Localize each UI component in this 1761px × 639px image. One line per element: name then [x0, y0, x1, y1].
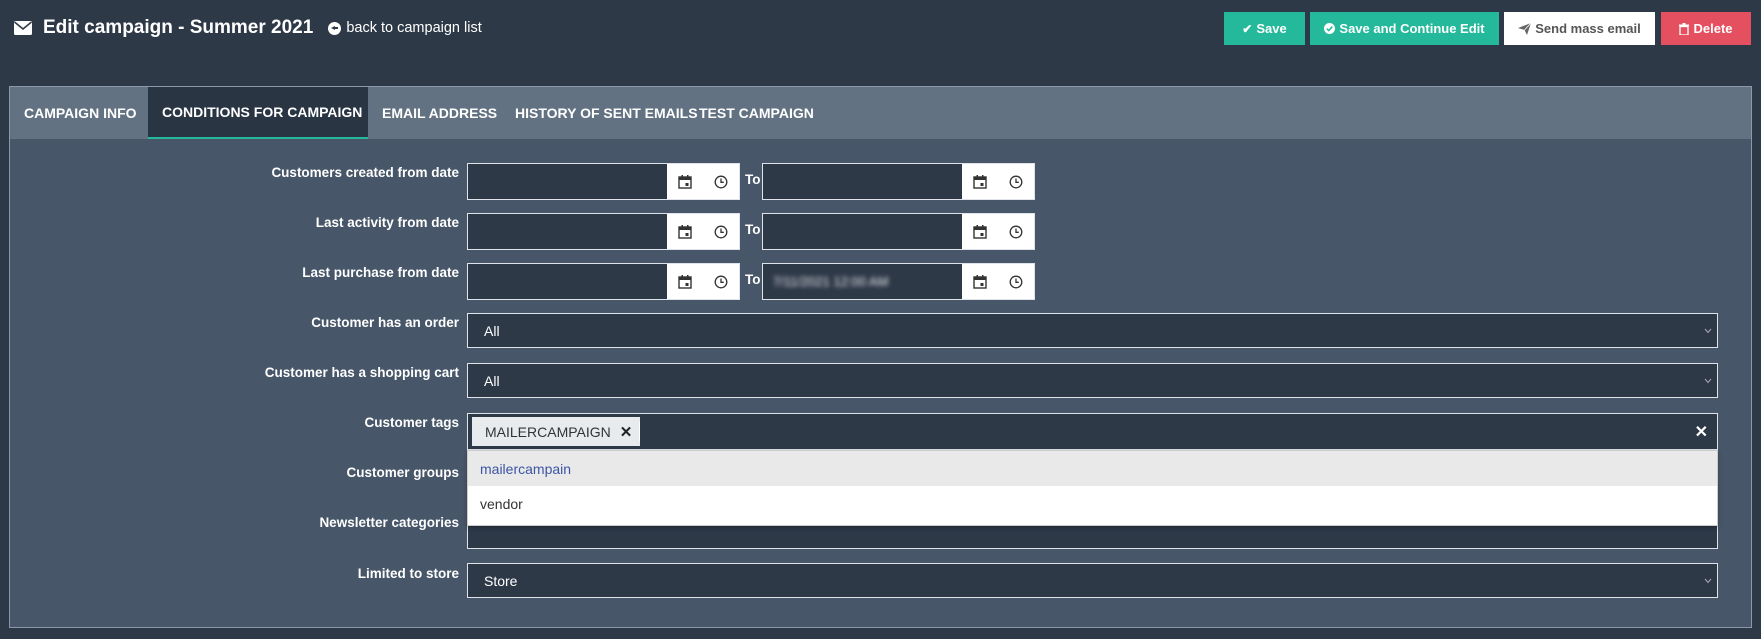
clock-icon[interactable]	[703, 214, 739, 249]
tag-chip: MAILERCAMPAIGN ✕	[472, 417, 641, 446]
text-cursor	[639, 422, 640, 441]
calendar-icon[interactable]	[962, 264, 998, 299]
clock-icon[interactable]	[703, 264, 739, 299]
back-to-list-link[interactable]: back to campaign list	[328, 20, 482, 36]
envelope-icon	[14, 21, 32, 35]
newsletter-label: Newsletter categories	[319, 515, 459, 530]
purchase-date-label: Last purchase from date	[302, 265, 459, 280]
date-picker	[962, 164, 1034, 199]
clock-icon[interactable]	[703, 164, 739, 199]
clock-icon[interactable]	[998, 214, 1034, 249]
has-order-label: Customer has an order	[311, 315, 459, 330]
activity-from-input[interactable]	[467, 213, 740, 250]
date-picker	[962, 264, 1034, 299]
paper-plane-icon	[1518, 22, 1532, 35]
tab-label: EMAIL ADDRESS	[382, 105, 498, 121]
store-value: Store	[484, 573, 518, 589]
tab-label: HISTORY OF SENT EMAILS	[515, 105, 698, 121]
tag-chip-label: MAILERCAMPAIGN	[485, 423, 611, 440]
chevron-down-icon	[1704, 378, 1712, 384]
to-label: To	[745, 222, 761, 237]
dropdown-option[interactable]: mailercampain	[468, 451, 1717, 486]
calendar-icon[interactable]	[667, 214, 703, 249]
page-title: Edit campaign - Summer 2021	[43, 17, 314, 38]
save-continue-button-label: Save and Continue Edit	[1339, 21, 1485, 36]
tab-conditions[interactable]: CONDITIONS FOR CAMPAIGN	[148, 87, 368, 139]
remove-tag-icon[interactable]: ✕	[620, 423, 633, 441]
trash-icon	[1679, 22, 1690, 35]
tags-label: Customer tags	[364, 415, 459, 430]
tab-campaign-info[interactable]: CAMPAIGN INFO	[10, 87, 148, 139]
groups-label: Customer groups	[346, 465, 459, 480]
save-button-label: Save	[1256, 21, 1287, 36]
save-button[interactable]: ✔ Save	[1224, 12, 1305, 45]
has-cart-value: All	[484, 373, 500, 389]
title-area: Edit campaign - Summer 2021 back to camp…	[14, 17, 482, 39]
tags-input[interactable]: MAILERCAMPAIGN ✕ ✕	[467, 413, 1718, 450]
calendar-icon[interactable]	[667, 164, 703, 199]
date-picker	[667, 214, 739, 249]
delete-button-label: Delete	[1693, 21, 1733, 36]
tab-email-address[interactable]: EMAIL ADDRESS	[368, 87, 501, 139]
date-picker	[962, 214, 1034, 249]
calendar-icon[interactable]	[962, 164, 998, 199]
check-icon: ✔	[1242, 21, 1253, 36]
activity-to-input[interactable]	[762, 213, 1035, 250]
send-mass-email-label: Send mass email	[1535, 21, 1641, 36]
save-continue-button[interactable]: Save and Continue Edit	[1310, 12, 1499, 45]
tab-label: CONDITIONS FOR CAMPAIGN	[162, 104, 363, 120]
to-label: To	[745, 272, 761, 287]
delete-button[interactable]: Delete	[1661, 12, 1751, 45]
tab-label: TEST CAMPAIGN	[699, 105, 814, 121]
clear-all-icon[interactable]: ✕	[1695, 422, 1708, 442]
tab-label: CAMPAIGN INFO	[24, 105, 137, 121]
calendar-icon[interactable]	[962, 214, 998, 249]
tab-test-campaign[interactable]: TEST CAMPAIGN	[685, 87, 819, 139]
tab-bar: CAMPAIGN INFO CONDITIONS FOR CAMPAIGN EM…	[10, 87, 1751, 139]
created-date-label: Customers created from date	[271, 165, 459, 180]
check-circle-icon	[1324, 23, 1336, 34]
store-select[interactable]: Store	[467, 563, 1718, 598]
store-label: Limited to store	[357, 566, 459, 581]
purchase-from-input[interactable]	[467, 263, 740, 300]
has-cart-select[interactable]: All	[467, 363, 1718, 398]
to-label: To	[745, 172, 761, 187]
send-mass-email-button[interactable]: Send mass email	[1504, 12, 1655, 45]
clock-icon[interactable]	[998, 264, 1034, 299]
purchase-to-value: 7/11/2021 12:00 AM	[773, 274, 889, 289]
activity-date-label: Last activity from date	[315, 215, 459, 230]
date-picker	[667, 164, 739, 199]
has-cart-label: Customer has a shopping cart	[264, 365, 459, 380]
top-bar: Edit campaign - Summer 2021 back to camp…	[0, 0, 1761, 58]
purchase-to-input[interactable]: 7/11/2021 12:00 AM	[762, 263, 1035, 300]
has-order-select[interactable]: All	[467, 313, 1718, 348]
chevron-down-icon	[1704, 578, 1712, 584]
back-link-label: back to campaign list	[346, 20, 482, 36]
tab-history[interactable]: HISTORY OF SENT EMAILS	[501, 87, 698, 139]
date-picker	[667, 264, 739, 299]
chevron-down-icon	[1704, 328, 1712, 334]
calendar-icon[interactable]	[667, 264, 703, 299]
arrow-circle-left-icon	[328, 21, 342, 35]
tags-dropdown: mailercampain vendor	[467, 450, 1718, 526]
clock-icon[interactable]	[998, 164, 1034, 199]
created-to-input[interactable]	[762, 163, 1035, 200]
created-from-input[interactable]	[467, 163, 740, 200]
has-order-value: All	[484, 323, 500, 339]
dropdown-option[interactable]: vendor	[468, 486, 1717, 521]
